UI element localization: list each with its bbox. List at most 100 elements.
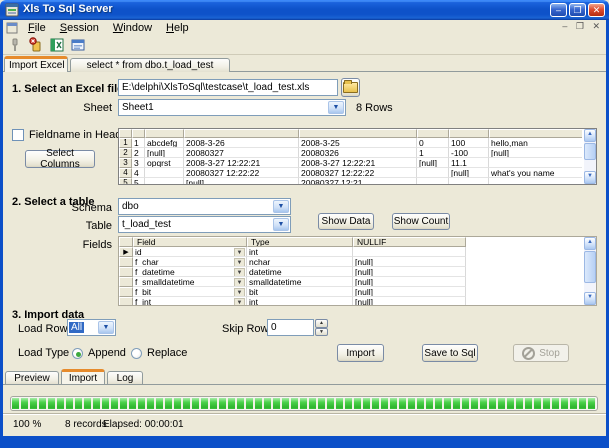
field-cell[interactable]: f_smalldatetime▼ xyxy=(133,277,247,287)
skip-rows-stepper[interactable]: ▲ ▼ xyxy=(315,319,328,336)
schema-combo-value: dbo xyxy=(122,201,139,212)
nullif-cell[interactable]: [null] xyxy=(353,257,466,267)
tab-preview[interactable]: Preview xyxy=(5,371,59,384)
append-label: Append xyxy=(88,347,126,359)
save-to-sql-button[interactable]: Save to Sql xyxy=(422,344,478,362)
sheet-combo-value: Sheet1 xyxy=(122,102,154,113)
status-records: 8 records xyxy=(65,419,107,430)
sheet-combo[interactable]: Sheet1 ▼ xyxy=(118,99,346,116)
schema-combo[interactable]: dbo ▼ xyxy=(118,198,291,215)
chevron-down-icon[interactable]: ▼ xyxy=(98,321,114,334)
type-cell[interactable]: datetime xyxy=(247,267,353,277)
progress-bar-fill xyxy=(12,398,596,409)
table-combo-value: t_load_test xyxy=(122,219,171,230)
chevron-down-icon[interactable]: ▼ xyxy=(234,278,245,287)
chevron-down-icon[interactable]: ▼ xyxy=(328,101,344,114)
scroll-down-icon[interactable]: ▼ xyxy=(584,292,596,305)
type-cell[interactable]: int xyxy=(247,247,353,257)
nullif-cell[interactable]: [null] xyxy=(353,297,466,306)
tab-log[interactable]: Log xyxy=(107,371,143,384)
nullif-cell[interactable]: [null] xyxy=(353,277,466,287)
nullif-cell[interactable]: [null] xyxy=(353,287,466,297)
scrollbar-thumb[interactable] xyxy=(584,251,596,283)
fields-header-nullif: NULLIF xyxy=(353,237,466,247)
field-cell[interactable]: id▼ xyxy=(133,247,247,257)
spin-up-icon[interactable]: ▲ xyxy=(315,319,328,328)
maximize-button[interactable]: ❐ xyxy=(569,3,586,17)
tab-select-query[interactable]: select * from dbo.t_load_test xyxy=(70,58,230,72)
folder-icon xyxy=(343,82,358,93)
skip-rows-input[interactable]: 0 xyxy=(267,319,314,336)
nullif-cell[interactable]: [null] xyxy=(353,267,466,277)
chevron-down-icon[interactable]: ▼ xyxy=(234,248,245,257)
titlebar[interactable]: Xls To Sql Server – ❐ ✕ xyxy=(0,0,609,20)
tab-import[interactable]: Import xyxy=(61,369,105,384)
excel-icon[interactable] xyxy=(49,37,65,53)
table-combo[interactable]: t_load_test ▼ xyxy=(118,216,291,233)
menu-bar: File Session Window Help xyxy=(3,20,606,36)
menu-help[interactable]: Help xyxy=(159,21,196,35)
scroll-up-icon[interactable]: ▲ xyxy=(584,129,596,142)
table-row[interactable]: f_smalldatetime▼ smalldatetime [null] xyxy=(119,277,596,287)
chevron-down-icon[interactable]: ▼ xyxy=(273,218,289,231)
field-cell[interactable]: f_int▼ xyxy=(133,297,247,306)
spin-down-icon[interactable]: ▼ xyxy=(315,328,328,337)
table-row[interactable]: f_char▼ nchar [null] xyxy=(119,257,596,267)
table-row[interactable]: 22[null]20080327200803261-100[null] xyxy=(119,148,596,158)
fieldname-header-checkbox[interactable] xyxy=(12,129,24,141)
minimize-button[interactable]: – xyxy=(550,3,567,17)
field-cell[interactable]: f_datetime▼ xyxy=(133,267,247,277)
chevron-down-icon[interactable]: ▼ xyxy=(273,200,289,213)
sql-window-icon[interactable] xyxy=(70,37,86,53)
menu-session[interactable]: Session xyxy=(53,21,106,35)
table-row[interactable]: f_bit▼ bit [null] xyxy=(119,287,596,297)
table-row[interactable]: ▶ id▼ int xyxy=(119,247,596,257)
scroll-down-icon[interactable]: ▼ xyxy=(584,171,596,184)
chevron-down-icon[interactable]: ▼ xyxy=(234,288,245,297)
type-cell[interactable]: int xyxy=(247,297,353,306)
stop-button: Stop xyxy=(513,344,569,362)
fields-grid-scrollbar[interactable]: ▲ ▼ xyxy=(584,237,596,305)
scroll-up-icon[interactable]: ▲ xyxy=(584,237,596,250)
chevron-down-icon[interactable]: ▼ xyxy=(234,258,245,267)
excel-file-input[interactable]: E:\delphi\XlsToSql\testcase\t_load_test.… xyxy=(118,79,338,96)
scrollbar-track[interactable] xyxy=(584,161,596,171)
replace-radio[interactable] xyxy=(131,348,142,359)
menu-file[interactable]: File xyxy=(21,21,53,35)
table-row[interactable]: 11abcdefg2008-3-262008-3-250100hello,man xyxy=(119,138,596,148)
replace-label: Replace xyxy=(147,347,187,359)
field-cell[interactable]: f_bit▼ xyxy=(133,287,247,297)
type-cell[interactable]: bit xyxy=(247,287,353,297)
load-rows-combo[interactable]: All ▼ xyxy=(67,319,116,336)
chevron-down-icon[interactable]: ▼ xyxy=(234,268,245,277)
chevron-down-icon[interactable]: ▼ xyxy=(234,298,245,306)
table-row[interactable]: f_int▼ int [null] xyxy=(119,297,596,306)
browse-file-button[interactable] xyxy=(341,78,360,97)
preview-grid-scrollbar[interactable]: ▲ ▼ xyxy=(584,129,596,184)
table-row[interactable]: 55...[null]20080327 12:21 xyxy=(119,178,596,185)
show-count-button[interactable]: Show Count xyxy=(392,213,450,230)
mdi-window-controls[interactable]: – ❐ ✕ xyxy=(562,21,603,32)
table-row[interactable]: 4420080327 12:22:2220080327 12:22:22[nul… xyxy=(119,168,596,178)
session-icon[interactable] xyxy=(28,37,44,53)
app-window: Xls To Sql Server – ❐ ✕ File Session Win… xyxy=(0,0,609,448)
scrollbar-thumb[interactable] xyxy=(584,143,596,160)
table-row[interactable]: 33opqrst2008-3-27 12:22:212008-3-27 12:2… xyxy=(119,158,596,168)
import-button[interactable]: Import xyxy=(337,344,384,362)
type-cell[interactable]: nchar xyxy=(247,257,353,267)
append-radio[interactable] xyxy=(72,348,83,359)
show-data-button[interactable]: Show Data xyxy=(318,213,374,230)
menu-window[interactable]: Window xyxy=(106,21,159,35)
select-columns-button[interactable]: Select Columns xyxy=(25,150,95,168)
connect-icon[interactable] xyxy=(7,37,23,53)
load-rows-label: Load Rows xyxy=(18,323,73,335)
tab-import-excel[interactable]: Import Excel xyxy=(4,56,68,72)
nullif-cell[interactable] xyxy=(353,247,466,257)
fields-header-type: Type xyxy=(247,237,353,247)
field-cell[interactable]: f_char▼ xyxy=(133,257,247,267)
scrollbar-track[interactable] xyxy=(584,284,596,292)
close-button[interactable]: ✕ xyxy=(588,3,605,17)
table-row[interactable]: f_datetime▼ datetime [null] xyxy=(119,267,596,277)
type-cell[interactable]: smalldatetime xyxy=(247,277,353,287)
fieldname-header-label: Fieldname in Header xyxy=(29,129,131,141)
